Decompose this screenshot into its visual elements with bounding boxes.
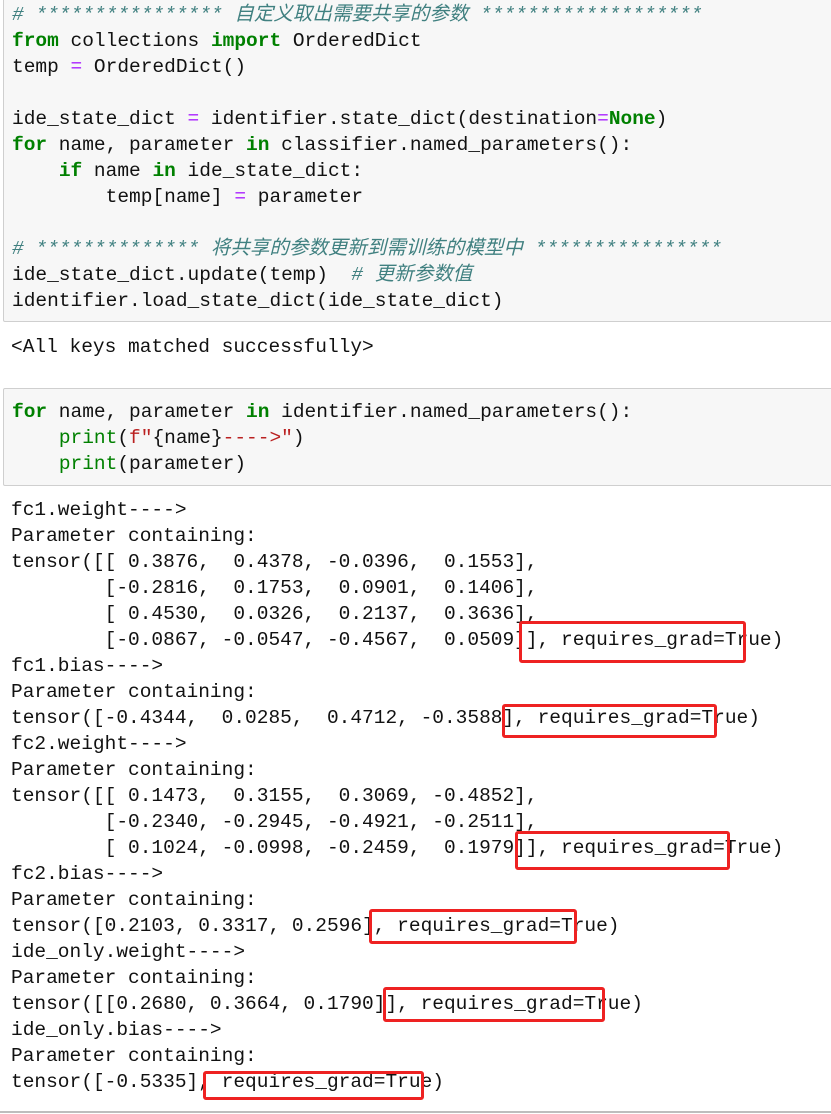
highlight-box-fc2-bias [369,909,577,944]
code-line: ide_state_dict.update(temp) # 更新参数值 [12,264,473,286]
output-line: fc2.bias----> [11,863,164,885]
code-line: if name in ide_state_dict: [58,160,364,182]
output-line: fc1.weight----> [11,499,187,521]
output-line: [-0.2816, 0.1753, 0.0901, 0.1406], [11,577,538,599]
output-line: Parameter containing: [11,967,257,989]
code-line: print(f"{name}---->") [58,427,305,449]
code-line: identifier.load_state_dict(ide_state_dic… [12,290,504,312]
code-line: ide_state_dict = identifier.state_dict(d… [12,108,668,130]
highlight-box-fc1-bias [502,704,717,738]
code-cell-1[interactable]: # **************** 自定义取出需要共享的参数 ********… [3,0,831,322]
comment: # ************** 将共享的参数更新到需训练的模型中 ******… [12,238,722,260]
code-line: from collections import OrderedDict [12,30,422,52]
output-line: ide_only.bias----> [11,1019,222,1041]
keyword-from: from [12,30,59,52]
highlight-box-ide-only-bias [203,1071,424,1100]
highlight-box-ide-only-weight [383,987,605,1022]
output-line: [-0.2340, -0.2945, -0.4921, -0.2511], [11,811,538,833]
output-line: Parameter containing: [11,681,257,703]
output-line: Parameter containing: [11,1045,257,1067]
code-line: print(parameter) [58,453,247,475]
output-line: tensor([[ 0.3876, 0.4378, -0.0396, 0.155… [11,551,538,573]
divider [0,1111,831,1113]
code-line: for name, parameter in classifier.named_… [12,134,633,156]
output-line: Parameter containing: [11,525,257,547]
code-line: # ************** 将共享的参数更新到需训练的模型中 ******… [12,236,722,262]
keyword-import: import [210,30,282,52]
highlight-box-fc2-weight [515,831,730,870]
code-line: # **************** 自定义取出需要共享的参数 ********… [12,2,702,28]
code-cell-2[interactable]: for name, parameter in identifier.named_… [3,388,831,486]
highlight-box-fc1-weight [519,621,746,663]
code-line: temp[name] = parameter [12,186,364,208]
output-line: [ 0.4530, 0.0326, 0.2137, 0.3636], [11,603,538,625]
comment: # **************** 自定义取出需要共享的参数 ********… [12,4,703,26]
code-line: for name, parameter in identifier.named_… [12,401,633,423]
code-line: temp = OrderedDict() [12,56,247,78]
cell-output-1: <All keys matched successfully> [11,336,374,358]
output-line: tensor([[ 0.1473, 0.3155, 0.3069, -0.485… [11,785,538,807]
output-line: fc2.weight----> [11,733,187,755]
output-line: ide_only.weight----> [11,941,246,963]
output-line: fc1.bias----> [11,655,164,677]
output-line: Parameter containing: [11,889,257,911]
output-line: Parameter containing: [11,759,257,781]
